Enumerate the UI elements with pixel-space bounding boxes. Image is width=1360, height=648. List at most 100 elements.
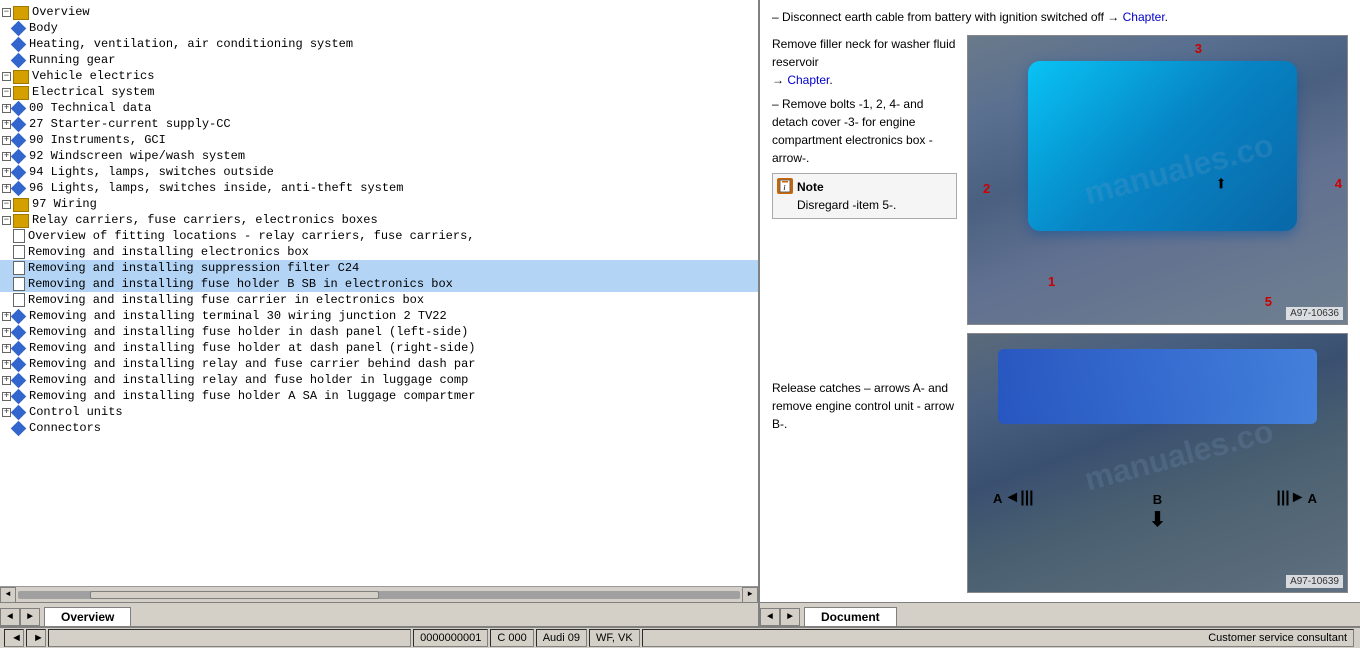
folder-icon-relay-carriers [13, 214, 29, 228]
step1-chapter-link[interactable]: Chapter [1123, 10, 1165, 24]
tree-item-27[interactable]: + 27 Starter-current supply-CC [0, 116, 758, 132]
expand-vehicle-electrics[interactable]: − [2, 72, 11, 81]
diamond-icon-connectors [11, 420, 27, 436]
doc-icon-removing-fuse-carrier [13, 293, 25, 307]
tree-label-removing-fuse-dash-left: Removing and installing fuse holder in d… [29, 325, 468, 339]
diamond-icon-fuse-sa [11, 388, 27, 404]
tree-item-removing-fuse-sa[interactable]: + Removing and installing fuse holder A … [0, 388, 758, 404]
step2-remove-filler: Remove filler neck for washer fluid rese… [772, 35, 957, 89]
diamond-icon-96 [11, 180, 27, 196]
expand-relay-carriers[interactable]: − [2, 216, 11, 225]
tree-item-removing-electronics[interactable]: Removing and installing electronics box [0, 244, 758, 260]
label-2: 2 [983, 181, 990, 196]
step2-arrow: → [772, 73, 787, 87]
diamond-icon-94 [11, 164, 27, 180]
tree-item-90[interactable]: + 90 Instruments, GCI [0, 132, 758, 148]
tree-item-97[interactable]: − 97 Wiring [0, 196, 758, 212]
status-model-text: Audi 09 [543, 632, 580, 644]
ecu-cover [998, 349, 1317, 424]
tree-item-94[interactable]: + 94 Lights, lamps, switches outside [0, 164, 758, 180]
tree-label-92: 92 Windscreen wipe/wash system [29, 149, 245, 163]
tree-label-removing-electronics: Removing and installing electronics box [28, 245, 309, 259]
tree-item-overview-fitting[interactable]: Overview of fitting locations - relay ca… [0, 228, 758, 244]
tree-item-92[interactable]: + 92 Windscreen wipe/wash system [0, 148, 758, 164]
tree-label-control-units: Control units [29, 405, 123, 419]
step2-chapter-link[interactable]: Chapter [787, 73, 829, 87]
b-label: B [1153, 492, 1162, 507]
scroll-thumb[interactable] [90, 591, 379, 599]
doc-icon-removing-suppression [13, 261, 25, 275]
tree-item-connectors[interactable]: Connectors [0, 420, 758, 436]
image-engine-top: ⬆ 1 2 3 4 5 A97-10636 manuales.co [967, 35, 1348, 325]
step4-release-catches: Release catches – arrows A- and remove e… [772, 379, 957, 433]
tree-item-control-units[interactable]: + Control units [0, 404, 758, 420]
status-nav-forward[interactable]: ► [26, 629, 46, 647]
tree-item-removing-fuse-sb[interactable]: Removing and installing fuse holder B SB… [0, 276, 758, 292]
right-nav-forward[interactable]: ► [780, 608, 800, 626]
tree-container[interactable]: − Overview Body Heating, ventilation, ai… [0, 0, 758, 586]
tree-item-removing-relay-fuse-luggage[interactable]: + Removing and installing relay and fuse… [0, 372, 758, 388]
expand-97[interactable]: − [2, 200, 11, 209]
tree-label-90: 90 Instruments, GCI [29, 133, 166, 147]
step3-text: Remove bolts -1, 2, 4- and detach cover … [772, 97, 933, 165]
tab-document[interactable]: Document [804, 607, 897, 626]
label-1: 1 [1048, 274, 1055, 289]
status-segment-empty [48, 629, 411, 647]
scroll-right-btn[interactable]: ► [742, 587, 758, 603]
tree-item-removing-suppression[interactable]: Removing and installing suppression filt… [0, 260, 758, 276]
tree-item-relay-carriers[interactable]: − Relay carriers, fuse carriers, electro… [0, 212, 758, 228]
tree-item-vehicle-electrics[interactable]: − Vehicle electrics [0, 68, 758, 84]
arrow-down-symbol: ⬇ [1149, 507, 1166, 532]
main-area: − Overview Body Heating, ventilation, ai… [0, 0, 1360, 626]
scroll-track[interactable] [18, 591, 740, 599]
folder-icon-electrical-system [13, 86, 29, 100]
tree-item-removing-terminal30[interactable]: + Removing and installing terminal 30 wi… [0, 308, 758, 324]
tree-item-overview[interactable]: − Overview [0, 4, 758, 20]
label-3: 3 [1195, 41, 1202, 56]
tree-label-running-gear: Running gear [29, 53, 115, 67]
status-segment-model: Audi 09 [536, 629, 587, 647]
note-section: i Note Disregard -item 5-. [772, 173, 957, 219]
engine-cover-blue [1028, 61, 1297, 231]
diamond-icon-fuse-dash-right [11, 340, 27, 356]
tree-item-hvac[interactable]: Heating, ventilation, air conditioning s… [0, 36, 758, 52]
scroll-left-btn[interactable]: ◄ [0, 587, 16, 603]
tree-item-removing-relay-carrier[interactable]: + Removing and installing relay and fuse… [0, 356, 758, 372]
tree-label-hvac: Heating, ventilation, air conditioning s… [29, 37, 353, 51]
left-nav-forward[interactable]: ► [20, 608, 40, 626]
diamond-icon-92 [11, 148, 27, 164]
tree-item-electrical-system[interactable]: − Electrical system [0, 84, 758, 100]
tree-label-removing-fuse-carrier: Removing and installing fuse carrier in … [28, 293, 424, 307]
right-nav-arrows: ◄ ► [760, 608, 800, 626]
step2-text: Remove filler neck for washer fluid rese… [772, 37, 955, 69]
left-nav-back[interactable]: ◄ [0, 608, 20, 626]
step1-text: Disconnect earth cable from battery with… [782, 10, 1104, 24]
tree-item-removing-fuse-dash-left[interactable]: + Removing and installing fuse holder in… [0, 324, 758, 340]
tab-overview[interactable]: Overview [44, 607, 131, 626]
instruction-step1: – Disconnect earth cable from battery wi… [772, 8, 1348, 27]
expand-electrical-system[interactable]: − [2, 88, 11, 97]
arrow-up-symbol: ⬆ [1215, 171, 1227, 197]
image-engine-bottom: A ◄||| |||► A B ⬇ [967, 333, 1348, 593]
status-code-text: C 000 [497, 632, 526, 644]
right-nav-back[interactable]: ◄ [760, 608, 780, 626]
status-nav-back[interactable]: ◄ [4, 629, 24, 647]
tree-item-96[interactable]: + 96 Lights, lamps, switches inside, ant… [0, 180, 758, 196]
horizontal-scrollbar[interactable]: ◄ ► [0, 586, 758, 602]
arrow-left-triple: ◄||| [1004, 489, 1033, 507]
status-role-text: Customer service consultant [1208, 632, 1347, 644]
tree-item-running-gear[interactable]: Running gear [0, 52, 758, 68]
tree-label-97: 97 Wiring [32, 197, 97, 211]
expand-overview[interactable]: − [2, 8, 11, 17]
step1-arrow: → [1107, 10, 1122, 24]
tree-item-body[interactable]: Body [0, 20, 758, 36]
tree-item-removing-fuse-dash-right[interactable]: + Removing and installing fuse holder at… [0, 340, 758, 356]
diamond-icon-control-units [11, 404, 27, 420]
status-segment-version: WF, VK [589, 629, 640, 647]
tree-item-00[interactable]: + 00 Technical data [0, 100, 758, 116]
status-version-text: WF, VK [596, 632, 633, 644]
diamond-icon-27 [11, 116, 27, 132]
tree-item-removing-fuse-carrier[interactable]: Removing and installing fuse carrier in … [0, 292, 758, 308]
arrow-right-triple: |||► [1276, 489, 1305, 507]
label-a-left: A ◄||| [993, 489, 1034, 507]
